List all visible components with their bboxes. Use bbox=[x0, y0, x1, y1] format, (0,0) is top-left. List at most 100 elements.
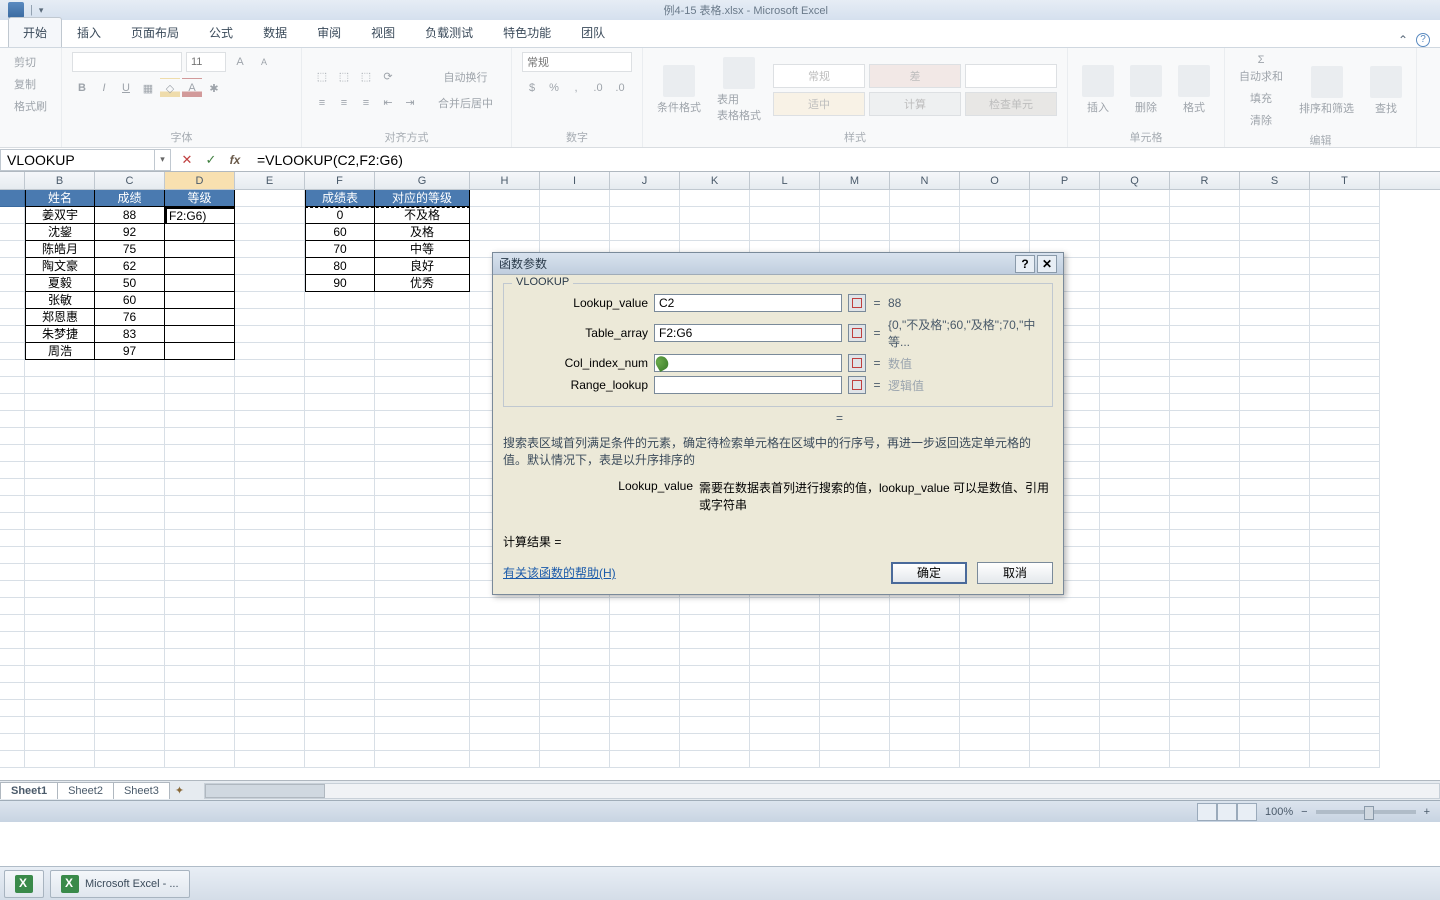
cell[interactable] bbox=[1240, 258, 1310, 275]
cell[interactable] bbox=[95, 513, 165, 530]
cell[interactable] bbox=[1310, 615, 1380, 632]
cell[interactable] bbox=[1170, 241, 1240, 258]
bold-button[interactable]: B bbox=[72, 78, 92, 98]
zoom-in-button[interactable]: + bbox=[1424, 806, 1430, 818]
cell[interactable] bbox=[540, 632, 610, 649]
align-bottom-icon[interactable]: ⬚ bbox=[356, 67, 376, 87]
help-icon[interactable]: ? bbox=[1416, 33, 1430, 47]
cell[interactable] bbox=[0, 700, 25, 717]
col-header-J[interactable]: J bbox=[610, 172, 680, 189]
cell[interactable] bbox=[0, 649, 25, 666]
cell[interactable] bbox=[1170, 734, 1240, 751]
cell[interactable] bbox=[1100, 683, 1170, 700]
cell[interactable] bbox=[0, 734, 25, 751]
cell[interactable] bbox=[25, 632, 95, 649]
cell[interactable]: 76 bbox=[95, 309, 165, 326]
font-size-select[interactable]: 11 bbox=[186, 52, 226, 72]
cell[interactable] bbox=[470, 598, 540, 615]
cell[interactable] bbox=[1100, 632, 1170, 649]
tab-formulas[interactable]: 公式 bbox=[194, 17, 248, 47]
cell[interactable] bbox=[165, 734, 235, 751]
cell[interactable] bbox=[820, 751, 890, 768]
cell[interactable] bbox=[820, 598, 890, 615]
cell[interactable] bbox=[960, 649, 1030, 666]
cell[interactable] bbox=[1310, 666, 1380, 683]
cell[interactable] bbox=[1240, 207, 1310, 224]
new-sheet-button[interactable]: ✦ bbox=[175, 784, 184, 797]
cell[interactable] bbox=[1240, 224, 1310, 241]
cell[interactable] bbox=[235, 224, 305, 241]
copy-button[interactable]: 复制 bbox=[10, 74, 40, 94]
cell[interactable] bbox=[0, 377, 25, 394]
cancel-button[interactable]: ✕ bbox=[177, 150, 197, 170]
sheet-tab-1[interactable]: Sheet1 bbox=[0, 782, 58, 799]
cell[interactable] bbox=[375, 479, 470, 496]
normal-view-button[interactable] bbox=[1197, 803, 1217, 821]
cell[interactable] bbox=[95, 445, 165, 462]
cell[interactable] bbox=[235, 513, 305, 530]
tab-home[interactable]: 开始 bbox=[8, 17, 62, 47]
cell[interactable]: 成绩表 bbox=[305, 190, 375, 207]
cell[interactable] bbox=[1030, 751, 1100, 768]
cell[interactable] bbox=[235, 547, 305, 564]
cell[interactable] bbox=[1100, 411, 1170, 428]
cell[interactable] bbox=[95, 632, 165, 649]
cell[interactable] bbox=[0, 394, 25, 411]
autosum-button[interactable]: Σ 自动求和 bbox=[1235, 52, 1287, 86]
cell[interactable] bbox=[1310, 377, 1380, 394]
cell[interactable] bbox=[960, 751, 1030, 768]
cell[interactable] bbox=[1030, 632, 1100, 649]
cell[interactable] bbox=[960, 734, 1030, 751]
cell[interactable] bbox=[0, 224, 25, 241]
format-cells-button[interactable]: 格式 bbox=[1174, 63, 1214, 117]
fx-button[interactable]: fx bbox=[225, 150, 245, 170]
cell[interactable] bbox=[375, 683, 470, 700]
cell[interactable] bbox=[1170, 598, 1240, 615]
comma-icon[interactable]: , bbox=[566, 78, 586, 98]
cell[interactable] bbox=[1310, 598, 1380, 615]
cell[interactable] bbox=[0, 564, 25, 581]
cell[interactable] bbox=[305, 547, 375, 564]
cell[interactable] bbox=[235, 241, 305, 258]
decrease-font-icon[interactable]: A bbox=[254, 52, 274, 72]
cell[interactable] bbox=[1310, 717, 1380, 734]
cell[interactable] bbox=[235, 394, 305, 411]
cell[interactable] bbox=[1240, 513, 1310, 530]
cell[interactable] bbox=[1100, 326, 1170, 343]
cell[interactable] bbox=[375, 411, 470, 428]
cell[interactable] bbox=[1170, 530, 1240, 547]
cell[interactable] bbox=[540, 190, 610, 207]
dialog-close-button[interactable]: ✕ bbox=[1037, 255, 1057, 273]
cell[interactable] bbox=[820, 734, 890, 751]
cell[interactable] bbox=[165, 513, 235, 530]
cell[interactable] bbox=[540, 615, 610, 632]
taskbar-excel-window[interactable]: Microsoft Excel - ... bbox=[50, 870, 190, 898]
cell[interactable] bbox=[750, 190, 820, 207]
col-header-edge[interactable] bbox=[0, 172, 25, 189]
cell[interactable] bbox=[0, 683, 25, 700]
cell[interactable] bbox=[1240, 700, 1310, 717]
cell[interactable] bbox=[25, 649, 95, 666]
col-header-L[interactable]: L bbox=[750, 172, 820, 189]
cell[interactable] bbox=[470, 632, 540, 649]
cell[interactable] bbox=[610, 207, 680, 224]
cell[interactable] bbox=[890, 632, 960, 649]
cell[interactable] bbox=[470, 190, 540, 207]
cell[interactable] bbox=[305, 445, 375, 462]
col-header-Q[interactable]: Q bbox=[1100, 172, 1170, 189]
cell[interactable] bbox=[470, 717, 540, 734]
cell[interactable] bbox=[1100, 615, 1170, 632]
cell[interactable] bbox=[1030, 615, 1100, 632]
increase-font-icon[interactable]: A bbox=[230, 52, 250, 72]
cell[interactable] bbox=[610, 649, 680, 666]
cell[interactable] bbox=[305, 326, 375, 343]
align-center-icon[interactable]: ≡ bbox=[334, 93, 354, 113]
cell[interactable] bbox=[820, 632, 890, 649]
cell[interactable] bbox=[610, 666, 680, 683]
cell[interactable] bbox=[1170, 326, 1240, 343]
col-header-D[interactable]: D bbox=[165, 172, 235, 189]
cell[interactable] bbox=[1240, 598, 1310, 615]
cell[interactable] bbox=[1100, 445, 1170, 462]
cell[interactable] bbox=[1170, 751, 1240, 768]
cell[interactable] bbox=[165, 224, 235, 241]
